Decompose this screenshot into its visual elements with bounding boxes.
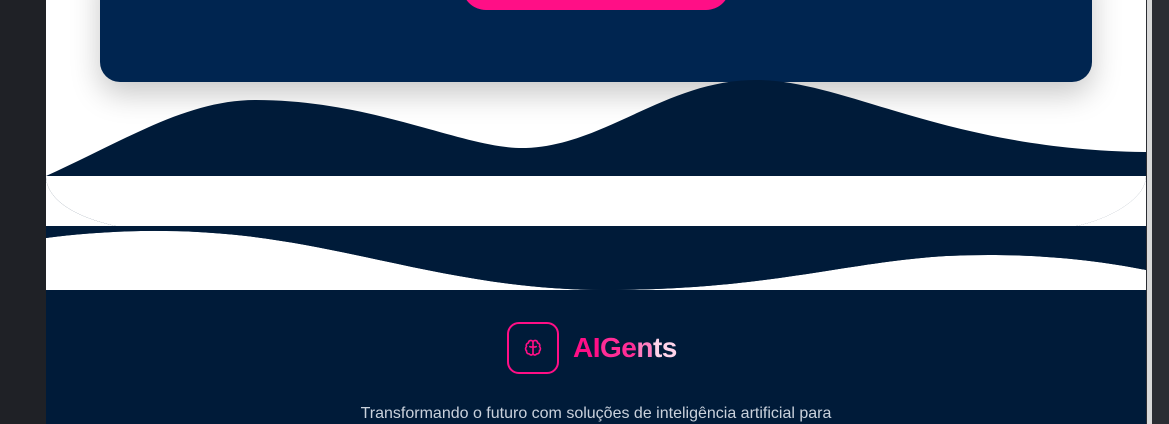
brand-name: AIGents (573, 332, 677, 364)
brand-name-n: n (636, 332, 653, 363)
brain-icon (507, 322, 559, 374)
footer-brand[interactable]: AIGents (507, 322, 677, 374)
brand-name-ts: ts (652, 332, 677, 363)
editor-right-rail (1146, 0, 1169, 424)
editor-left-rail (0, 0, 40, 424)
footer: AIGents Transformando o futuro com soluç… (46, 290, 1146, 424)
wave-middle-white-gap (46, 176, 1146, 226)
brand-name-ge: Ge (600, 332, 637, 363)
page-viewport: AIGents Transformando o futuro com soluç… (46, 0, 1146, 424)
brand-name-ai: AI (573, 332, 601, 363)
vertical-scrollbar[interactable] (1147, 0, 1152, 424)
footer-tagline: Transformando o futuro com soluções de i… (360, 405, 832, 422)
wave-upper (46, 80, 1146, 176)
